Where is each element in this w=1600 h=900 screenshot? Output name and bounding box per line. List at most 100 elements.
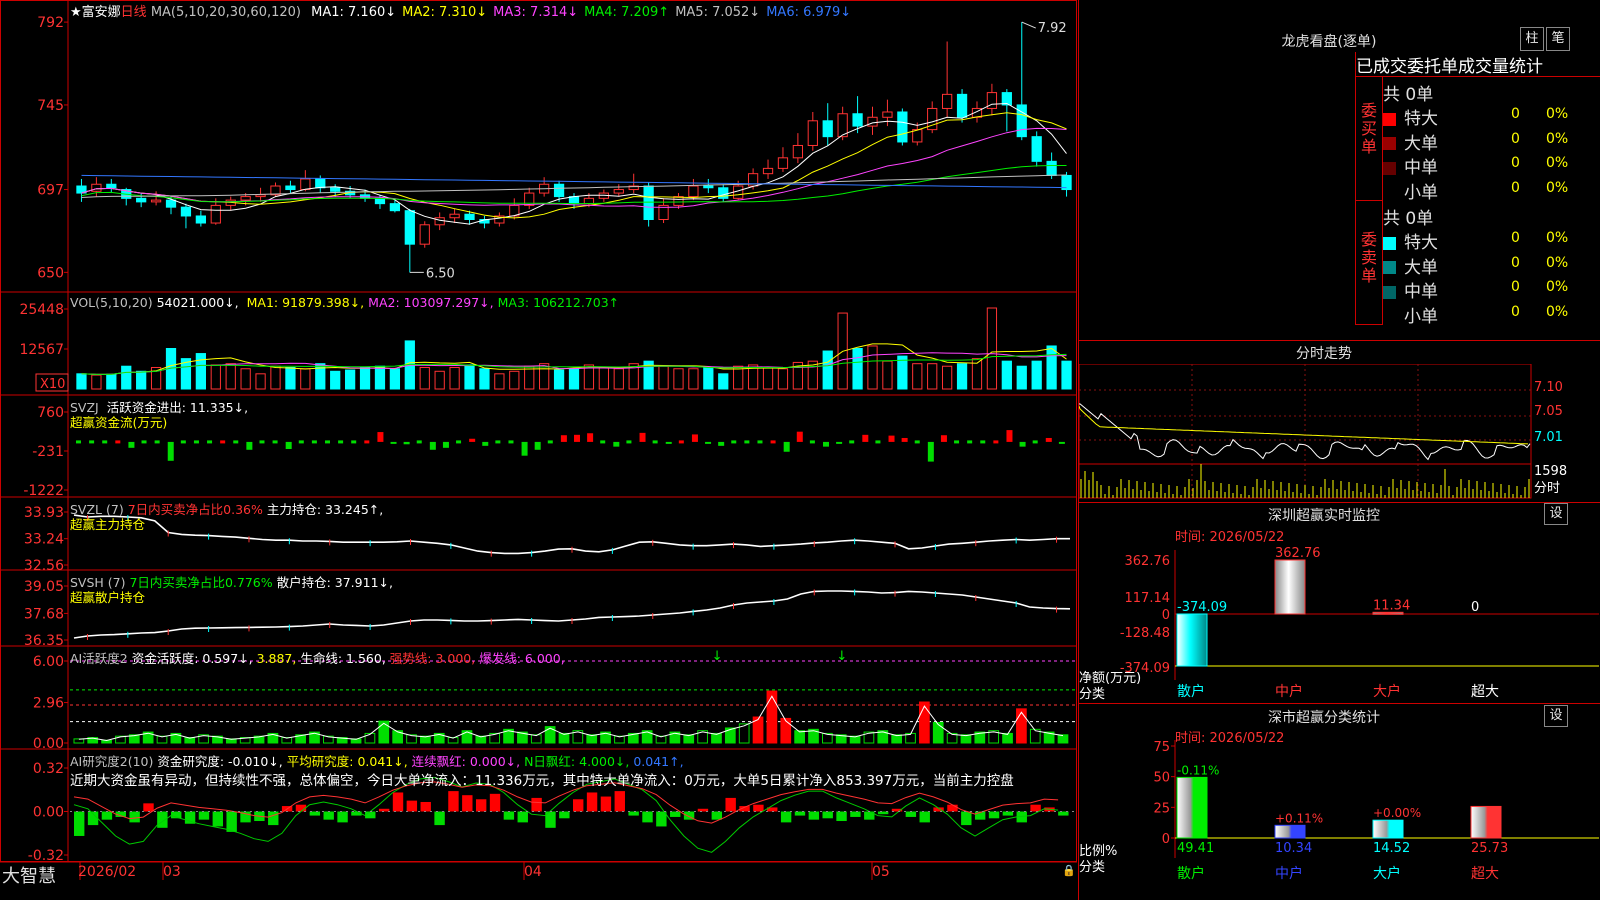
svzj-tick bbox=[1032, 440, 1038, 444]
ai2-bar bbox=[517, 811, 528, 823]
volume-bar bbox=[255, 373, 266, 390]
tick-view-button[interactable]: 笔 bbox=[1546, 27, 1570, 51]
ai2-bar bbox=[323, 811, 334, 820]
monitor-y-tick-3: -128.48 bbox=[1120, 626, 1170, 641]
candle-up bbox=[882, 111, 893, 118]
class-settings-button[interactable]: 设 bbox=[1544, 705, 1568, 727]
class-title: 深市超赢分类统计 bbox=[1268, 710, 1380, 726]
sell_rows-row-2[interactable]: 中单 bbox=[1383, 277, 1438, 302]
volume-bar bbox=[270, 365, 281, 390]
date-label-feb: 2026/02 bbox=[78, 864, 137, 880]
svzj-bar bbox=[705, 441, 712, 444]
class-bar-3 bbox=[1470, 805, 1502, 839]
stock-name[interactable]: ★富安娜 bbox=[70, 5, 121, 20]
ai2-e: 0.041↑, bbox=[633, 754, 684, 769]
candle-down bbox=[464, 213, 475, 220]
monitor-value-3: 0 bbox=[1471, 600, 1479, 615]
candle-up bbox=[255, 194, 266, 198]
ai2-bar bbox=[628, 811, 639, 816]
monitor-cat-0: 散户 bbox=[1177, 683, 1205, 700]
class-chart[interactable]: 75 50 25 0 -0.11% 49.41 散户 +0.11% 10.34 中户 +0.00% 1… bbox=[1079, 740, 1600, 900]
svzj-tick bbox=[875, 440, 881, 444]
class-value-1: 10.34 bbox=[1275, 841, 1312, 856]
volume-bar bbox=[822, 350, 833, 390]
svzj-tick bbox=[600, 440, 606, 444]
period-label[interactable]: 日线 bbox=[121, 5, 147, 20]
class-bar-2 bbox=[1372, 819, 1404, 839]
volume-bar bbox=[673, 368, 684, 390]
buy_rows-pct-1: 0% bbox=[1546, 130, 1569, 147]
ai2-bar bbox=[850, 811, 861, 817]
ai2-d: N日飘红: 4.000↓, bbox=[524, 754, 630, 769]
sell_rows-swatch-1 bbox=[1383, 261, 1396, 274]
sell_rows-pct-3: 0% bbox=[1546, 303, 1569, 320]
main-y-tick-3: 650 bbox=[37, 265, 64, 281]
buy_rows-label-3: 小单 bbox=[1404, 182, 1438, 203]
buy_rows-pct-2: 0% bbox=[1546, 155, 1569, 171]
ma-label-4: MA4: 7.209↑ bbox=[584, 5, 670, 20]
ai1-signal-arrow: ↓ bbox=[712, 649, 723, 664]
svzj-tick bbox=[770, 440, 776, 444]
svzj-bar bbox=[836, 441, 843, 444]
column-view-button[interactable]: 柱 bbox=[1520, 27, 1544, 51]
ai2-bar bbox=[919, 811, 930, 823]
buy_rows-row-0[interactable]: 特大 bbox=[1383, 104, 1438, 129]
svzj-tick bbox=[233, 440, 239, 444]
monitor-value-0: -374.09 bbox=[1177, 600, 1227, 615]
candle-up bbox=[688, 185, 699, 198]
sell_rows-row-0[interactable]: 特大 bbox=[1383, 228, 1438, 253]
monitor-y-tick-1: 117.14 bbox=[1125, 591, 1171, 606]
ai1-bar bbox=[919, 701, 930, 744]
candle-down bbox=[330, 187, 341, 192]
volume-bar bbox=[658, 365, 669, 390]
monitor-y-tick-2: 0 bbox=[1162, 608, 1170, 623]
lock-icon[interactable]: 🔒 bbox=[1062, 864, 1076, 877]
candle-up bbox=[583, 197, 595, 205]
sell_rows-swatch-0 bbox=[1383, 236, 1396, 250]
volume-bar bbox=[419, 366, 430, 390]
sell_rows-swatch-2 bbox=[1383, 285, 1396, 299]
class-delta-1: +0.11% bbox=[1275, 811, 1323, 825]
ai1-title: AI活跃度2 bbox=[70, 651, 128, 666]
candle-down bbox=[718, 187, 729, 199]
buy_rows-row-2[interactable]: 中单 bbox=[1383, 153, 1438, 178]
candle-down bbox=[195, 215, 206, 224]
sell_rows-label-0: 特大 bbox=[1404, 233, 1438, 253]
candle-up bbox=[867, 116, 878, 127]
ai1-bar bbox=[73, 738, 85, 744]
ai2-bar bbox=[780, 811, 792, 823]
volume-bar bbox=[852, 348, 863, 390]
monitor-unit-cat: 分类 bbox=[1079, 687, 1106, 702]
volume-bar bbox=[867, 345, 878, 390]
intraday-chart[interactable]: 7.10 7.05 7.01 1598 分时 bbox=[1079, 364, 1600, 502]
ma-label-5: MA5: 7.052↓ bbox=[675, 5, 761, 20]
vol-ma-label-1: MA1: 91879.398↓, bbox=[246, 295, 365, 310]
volume-bar bbox=[240, 368, 251, 390]
volume-bar bbox=[195, 353, 206, 390]
volume-bar bbox=[1016, 365, 1027, 390]
monitor-cat-1: 中户 bbox=[1275, 683, 1303, 700]
divider-class bbox=[1079, 703, 1600, 704]
ai2-bar bbox=[448, 791, 459, 812]
ai1-bar bbox=[378, 720, 390, 744]
svzj-bar bbox=[862, 434, 869, 442]
svzj-tick bbox=[259, 440, 265, 444]
date-label-apr: 04 bbox=[524, 864, 542, 880]
monitor-settings-button[interactable]: 设 bbox=[1544, 503, 1568, 525]
candle-down bbox=[106, 183, 117, 189]
ai2-b: 平均研究度: 0.041↓, bbox=[286, 754, 408, 769]
volume-bar bbox=[509, 370, 520, 390]
buy_rows-row-3[interactable]: 小单 bbox=[1383, 178, 1438, 203]
candle-down bbox=[315, 178, 326, 189]
buy_rows-row-1[interactable]: 大单 bbox=[1383, 129, 1438, 154]
svzj-tick bbox=[220, 440, 226, 444]
svzj-sub: 超赢资金流(万元) bbox=[70, 412, 167, 431]
sell_rows-pct-2: 0% bbox=[1546, 279, 1569, 295]
monitor-chart[interactable]: 362.76117.140-128.48-374.09-374.09散户362.… bbox=[1079, 540, 1600, 702]
svzl-line2: 超赢主力持仓 bbox=[70, 517, 146, 532]
sell_rows-row-3[interactable]: 小单 bbox=[1383, 302, 1438, 327]
ai2-bar bbox=[129, 811, 140, 823]
ai2-comment-wrap: 近期大资金虽有异动，但持续性不强，总体偏空，今日大单净流入：11.336万元，其… bbox=[70, 769, 1072, 789]
sell_rows-row-1[interactable]: 大单 bbox=[1383, 253, 1438, 278]
svzj-bar bbox=[796, 431, 803, 442]
